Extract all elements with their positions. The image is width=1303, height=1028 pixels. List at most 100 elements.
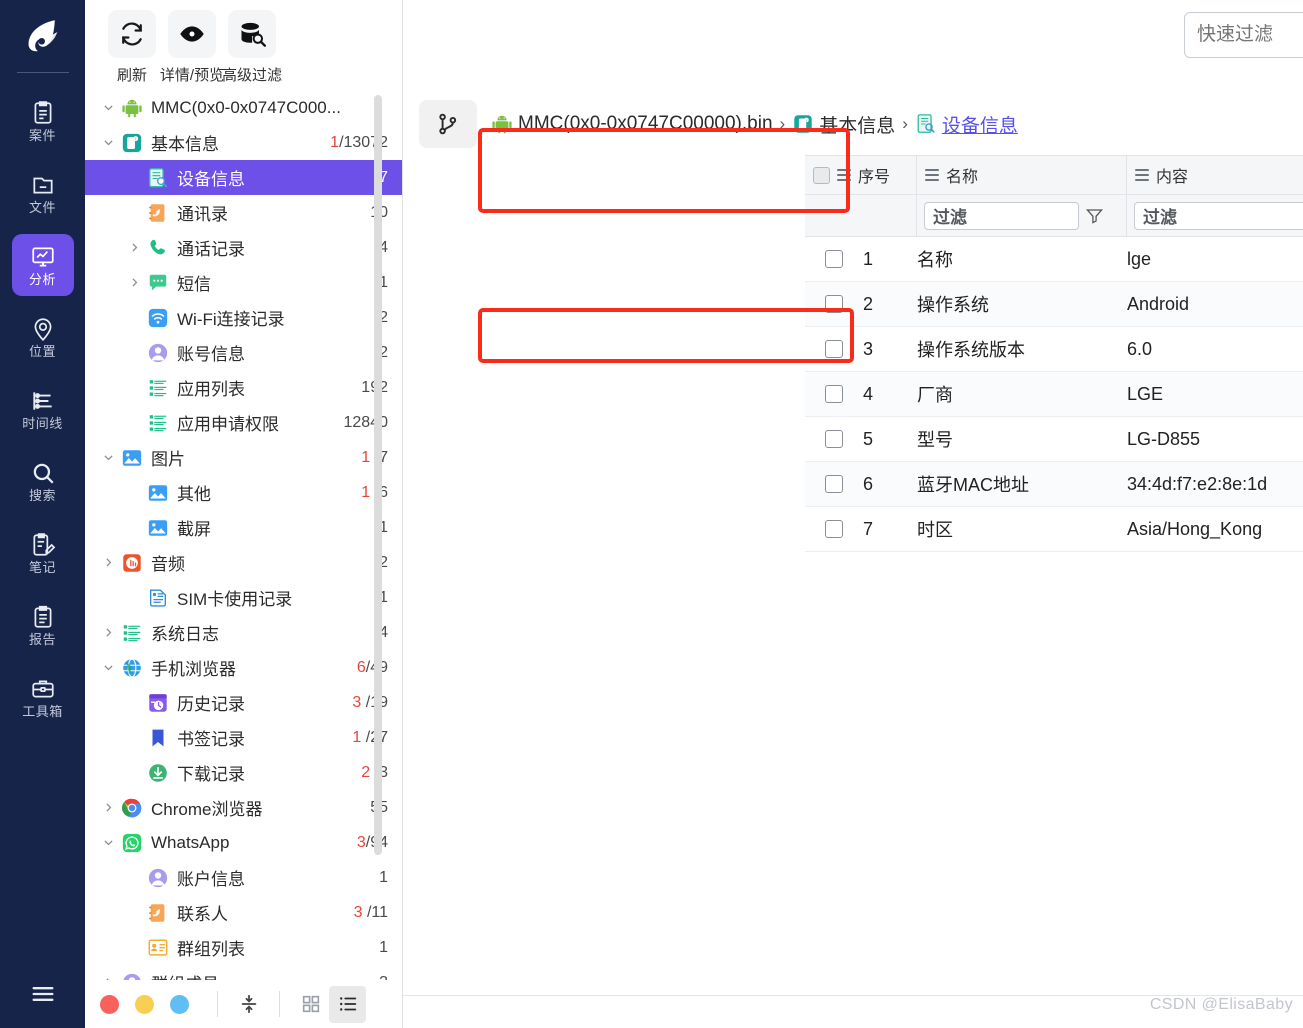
chevron-down-icon[interactable]: [97, 90, 119, 125]
chevron-down-icon[interactable]: [97, 650, 119, 685]
table-row[interactable]: 2 操作系统 Android: [805, 282, 1303, 327]
row-checkbox[interactable]: [825, 295, 843, 313]
table-row[interactable]: 5 型号 LG-D855: [805, 417, 1303, 462]
row-checkbox[interactable]: [825, 430, 843, 448]
chevron-down-icon[interactable]: [97, 125, 119, 160]
tree-item[interactable]: Chrome浏览器55: [85, 790, 402, 825]
sidebar-label-analysis: 分析: [28, 272, 56, 287]
tree-item[interactable]: 截屏 1: [85, 510, 402, 545]
tree-item[interactable]: 账户信息 1: [85, 860, 402, 895]
breadcrumb-item-basic-info[interactable]: i 基本信息: [792, 111, 895, 138]
account-user-icon: [145, 865, 171, 891]
status-dot-red[interactable]: [100, 994, 119, 1014]
advanced-filter-button[interactable]: 高级过滤: [222, 10, 282, 85]
tree-item[interactable]: 音频 2: [85, 545, 402, 580]
grid-header-index[interactable]: 序号: [805, 155, 917, 195]
tree-item[interactable]: 其他1 /6: [85, 475, 402, 510]
chevron-right-icon[interactable]: [97, 790, 119, 825]
sidebar-item-timeline[interactable]: 时间线: [12, 378, 74, 440]
chevron-down-icon[interactable]: [97, 440, 119, 475]
filter-input-name[interactable]: [924, 201, 1079, 230]
tree-item[interactable]: 通讯录10: [85, 195, 402, 230]
hamburger-menu-icon[interactable]: [0, 970, 85, 1018]
tree-item[interactable]: MMC(0x0-0x0747C000...: [85, 90, 402, 125]
tree-item[interactable]: 账号信息 2: [85, 335, 402, 370]
table-row[interactable]: 7 时区 Asia/Hong_Kong: [805, 507, 1303, 552]
sidebar-item-notes[interactable]: 笔记: [12, 522, 74, 584]
row-checkbox[interactable]: [825, 250, 843, 268]
funnel-icon[interactable]: [1085, 206, 1104, 225]
tree-item[interactable]: 群组列表 1: [85, 930, 402, 965]
tree-scrollbar[interactable]: [374, 95, 382, 855]
tree-item-count: 1: [379, 939, 388, 957]
tree-item[interactable]: 短信 1: [85, 265, 402, 300]
tree-item[interactable]: WhatsApp 3/94: [85, 825, 402, 860]
tree-item[interactable]: 书签记录 1 /27: [85, 720, 402, 755]
tree-item[interactable]: 群组成员3: [85, 965, 402, 980]
sidebar-item-case[interactable]: 案件: [12, 90, 74, 152]
column-menu-icon[interactable]: [925, 169, 939, 181]
table-row[interactable]: 4 厂商 LGE: [805, 372, 1303, 417]
table-row[interactable]: 3 操作系统版本 6.0: [805, 327, 1303, 372]
row-checkbox[interactable]: [825, 520, 843, 538]
column-menu-icon[interactable]: [837, 169, 851, 181]
chevron-right-icon[interactable]: [123, 265, 145, 300]
select-all-checkbox[interactable]: [813, 166, 830, 184]
tree-item[interactable]: Wi-Fi连接记录 2: [85, 300, 402, 335]
tree-item[interactable]: 应用列表192: [85, 370, 402, 405]
tree-item[interactable]: i 基本信息 1/13072: [85, 125, 402, 160]
tree-item-label: 联系人: [177, 905, 228, 924]
tree-item[interactable]: 图片1 /7: [85, 440, 402, 475]
table-row[interactable]: 6 蓝牙MAC地址 34:4d:f7:e2:8e:1d: [805, 462, 1303, 507]
status-dot-yellow[interactable]: [135, 994, 154, 1014]
sidebar-item-toolbox[interactable]: 工具箱: [12, 666, 74, 728]
row-value: LGE: [1127, 383, 1164, 404]
sidebar-item-files[interactable]: 文件: [12, 162, 74, 224]
sidebar-item-search[interactable]: 搜索: [12, 450, 74, 512]
tree-item-label: 群组列表: [177, 940, 245, 959]
grid-header-name[interactable]: 名称: [917, 155, 1127, 195]
tree-item[interactable]: 应用申请权限 12840: [85, 405, 402, 440]
chevron-down-icon[interactable]: [97, 825, 119, 860]
refresh-button[interactable]: 刷新: [102, 10, 162, 85]
tree-item[interactable]: SIM卡使用记录 1: [85, 580, 402, 615]
row-checkbox[interactable]: [825, 475, 843, 493]
tree-item-label: 设备信息: [177, 170, 245, 189]
row-checkbox[interactable]: [825, 340, 843, 358]
breadcrumb-item-device-info[interactable]: 设备信息: [915, 111, 1018, 138]
chevron-right-icon[interactable]: [97, 545, 119, 580]
chevron-right-icon[interactable]: [123, 230, 145, 265]
tree-item-label: Wi-Fi连接记录: [177, 310, 285, 329]
device-doc-icon: [145, 165, 171, 191]
row-checkbox[interactable]: [825, 385, 843, 403]
left-nav-rail: 案件 文件 分析 位置 时间线 搜索 笔记 报告 工具箱: [0, 0, 85, 1028]
tree-item[interactable]: 设备信息 7: [85, 160, 402, 195]
tree-item[interactable]: 联系人 3 /11: [85, 895, 402, 930]
tree-item[interactable]: 通话记录 4: [85, 230, 402, 265]
breadcrumb-item-device[interactable]: MMC(0x0-0x0747C00000).bin: [491, 113, 773, 135]
branch-node-icon[interactable]: [419, 100, 477, 148]
row-name: 时区: [917, 520, 953, 540]
sidebar-item-location[interactable]: 位置: [12, 306, 74, 368]
status-dot-blue[interactable]: [170, 994, 189, 1014]
tree-item[interactable]: 历史记录 3 /19: [85, 685, 402, 720]
detail-preview-button[interactable]: 详情/预览: [160, 10, 224, 85]
tree-item[interactable]: 下载记录2 /3: [85, 755, 402, 790]
chevron-right-icon[interactable]: [97, 615, 119, 650]
table-row[interactable]: 1 名称 lge: [805, 237, 1303, 282]
column-menu-icon[interactable]: [1135, 169, 1149, 181]
grid-header-content[interactable]: 内容: [1127, 155, 1303, 195]
sidebar-item-report[interactable]: 报告: [12, 594, 74, 656]
breadcrumb-text-device: MMC(0x0-0x0747C00000).bin: [518, 113, 773, 134]
expand-collapse-icon[interactable]: [230, 986, 267, 1023]
tree-item[interactable]: 系统日志 4: [85, 615, 402, 650]
tree-item-count-total: /11: [362, 903, 388, 921]
grid-view-icon[interactable]: [292, 986, 329, 1023]
filter-input-content[interactable]: [1134, 201, 1303, 230]
tree-item[interactable]: 手机浏览器 6/49: [85, 650, 402, 685]
quick-filter-input[interactable]: [1184, 12, 1303, 58]
list-view-icon[interactable]: [329, 985, 366, 1023]
chevron-right-icon[interactable]: [97, 965, 119, 980]
sidebar-item-analysis[interactable]: 分析: [11, 234, 74, 296]
